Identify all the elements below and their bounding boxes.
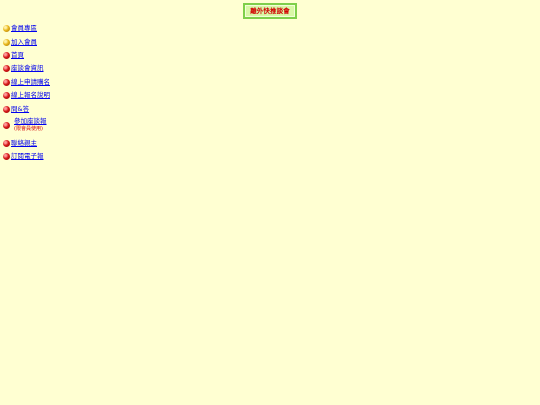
nav-item-join-seminar[interactable]: 參加座談報 (限會員使用): [3, 118, 47, 136]
nav-label: 聯絡親主: [11, 138, 37, 147]
title-label: 離外快推談會: [250, 6, 290, 15]
red-ball-icon: [3, 78, 10, 86]
page: 離外快推談會 會員專區 加入會員 首頁 座談會資訊 線上申請購名 線上報名說明 …: [0, 0, 540, 405]
members-only-note: (限會員使用): [14, 125, 43, 132]
nav-item-contact[interactable]: 聯絡親主: [3, 138, 37, 148]
nav-item-home[interactable]: 首頁: [3, 50, 24, 60]
nav-label: 訂閱電子報: [11, 151, 44, 160]
red-ball-icon: [3, 91, 10, 99]
nav-item-join-member[interactable]: 加入會員: [3, 37, 37, 47]
nav-label: 線上申請購名: [11, 77, 50, 86]
nav-item-member-area[interactable]: 會員專區: [3, 23, 37, 33]
nav-text-group: 參加座談報 (限會員使用): [14, 118, 47, 132]
nav-item-faq[interactable]: 問&答: [3, 104, 29, 114]
red-ball-icon: [3, 64, 10, 72]
gold-ball-icon: [3, 24, 10, 32]
nav-label: 加入會員: [11, 37, 37, 46]
nav-label: 會員專區: [11, 23, 37, 32]
nav-item-newsletter[interactable]: 訂閱電子報: [3, 151, 44, 161]
red-ball-icon: [3, 152, 10, 160]
nav-label: 問&答: [11, 104, 30, 113]
nav-item-registration-guide[interactable]: 線上報名說明: [3, 90, 50, 100]
red-ball-icon: [3, 122, 10, 129]
nav-label: 參加座談報: [14, 117, 47, 125]
nav-label: 線上報名說明: [11, 90, 50, 99]
title-button[interactable]: 離外快推談會: [243, 3, 297, 19]
nav-label: 首頁: [11, 50, 24, 59]
red-ball-icon: [3, 139, 10, 147]
red-ball-icon: [3, 51, 10, 59]
gold-ball-icon: [3, 38, 10, 46]
red-ball-icon: [3, 105, 10, 113]
nav-item-online-apply[interactable]: 線上申請購名: [3, 77, 50, 87]
nav-item-seminar-info[interactable]: 座談會資訊: [3, 63, 44, 73]
nav-label: 座談會資訊: [11, 63, 44, 72]
